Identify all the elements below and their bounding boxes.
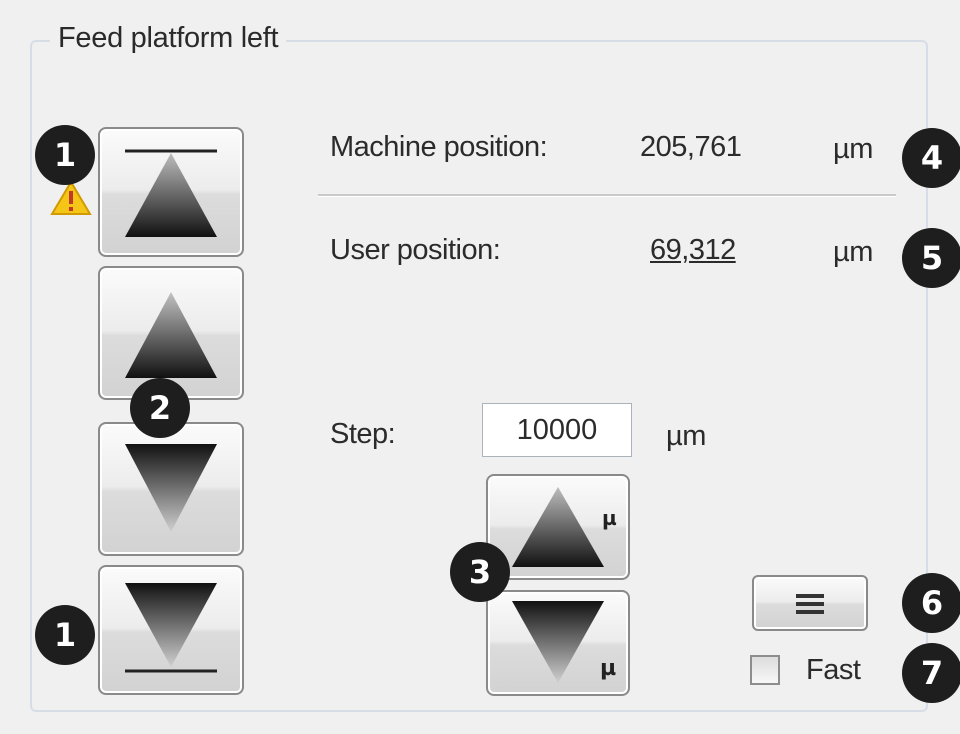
menu-button[interactable] xyxy=(752,575,868,631)
arrow-up-icon xyxy=(125,292,217,378)
move-down-button[interactable] xyxy=(98,422,244,556)
callout-marker-3: 3 xyxy=(450,542,510,602)
step-up-icon: µ xyxy=(512,487,617,567)
move-to-top-button[interactable] xyxy=(98,127,244,257)
machine-position-unit: µm xyxy=(833,133,873,165)
step-down-icon: µ xyxy=(512,601,616,683)
user-position-value-link[interactable]: 69,312 xyxy=(650,234,736,267)
user-position-label: User position: xyxy=(330,234,501,266)
arrow-down-icon xyxy=(125,444,217,532)
fast-checkbox[interactable] xyxy=(750,655,780,685)
menu-icon xyxy=(796,594,824,614)
callout-marker-5: 5 xyxy=(902,228,960,288)
group-title: Feed platform left xyxy=(50,22,287,55)
fast-label[interactable]: Fast xyxy=(806,654,861,687)
machine-position-label: Machine position: xyxy=(330,131,548,163)
arrow-up-to-limit-icon xyxy=(125,149,217,237)
step-label: Step: xyxy=(330,418,396,450)
arrow-down-to-limit-icon xyxy=(125,583,217,673)
warning-icon xyxy=(50,180,92,215)
step-unit: µm xyxy=(666,420,706,452)
callout-marker-1-bottom: 1 xyxy=(35,605,95,665)
step-down-badge: µ xyxy=(600,656,616,681)
machine-position-value: 205,761 xyxy=(640,131,742,163)
step-down-button[interactable]: µ xyxy=(486,590,630,696)
callout-marker-2: 2 xyxy=(130,378,190,438)
callout-marker-1-top: 1 xyxy=(35,125,95,185)
step-input[interactable] xyxy=(482,403,632,457)
step-up-badge: µ xyxy=(602,506,617,530)
user-position-unit: µm xyxy=(833,236,873,268)
callout-marker-4: 4 xyxy=(902,128,960,188)
move-to-bottom-button[interactable] xyxy=(98,565,244,695)
callout-marker-7: 7 xyxy=(902,643,960,703)
divider xyxy=(318,194,896,196)
callout-marker-6: 6 xyxy=(902,573,960,633)
